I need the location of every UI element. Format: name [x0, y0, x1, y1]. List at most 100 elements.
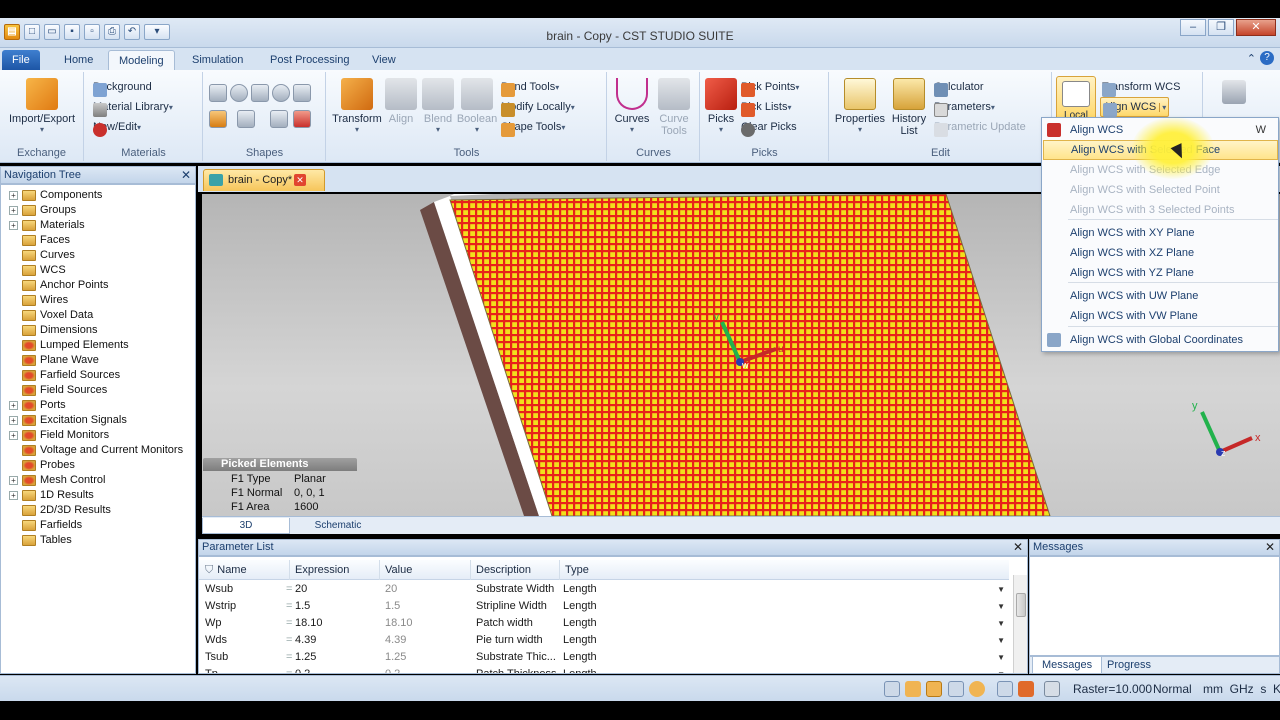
menu-item[interactable]: Align WCS with Selected Point: [1043, 180, 1278, 200]
align-button[interactable]: Align: [381, 78, 421, 125]
nav-tree-item[interactable]: Faces: [9, 233, 70, 248]
tab-simulation[interactable]: Simulation: [182, 50, 253, 70]
brick-icon[interactable]: [209, 84, 227, 102]
nav-tree-item[interactable]: Probes: [9, 458, 75, 473]
nav-tree-item[interactable]: + Groups: [9, 203, 76, 218]
reset-view-icon[interactable]: [969, 681, 985, 697]
expand-icon[interactable]: +: [9, 220, 18, 230]
nav-tree-item[interactable]: Curves: [9, 248, 75, 263]
expand-icon[interactable]: +: [9, 415, 18, 425]
cell-expression[interactable]: 0.2: [295, 666, 379, 673]
nav-tree-item[interactable]: Wires: [9, 293, 68, 308]
close-tab-icon[interactable]: ✕: [294, 174, 306, 186]
material-library-button[interactable]: Material Library▾: [93, 98, 173, 117]
modify-locally-button[interactable]: Modify Locally▾: [501, 98, 575, 117]
table-row[interactable]: Wsub 20 20 Substrate Width Length = ▼: [199, 581, 1009, 598]
pick-points-button[interactable]: Pick Points▾: [741, 78, 799, 97]
nav-tree-item[interactable]: Voltage and Current Monitors: [9, 443, 183, 458]
menu-item[interactable]: Align WCS with VW Plane: [1043, 306, 1278, 326]
cylinder-icon[interactable]: [293, 84, 311, 102]
tab-schematic[interactable]: Schematic: [294, 518, 382, 534]
align-wcs-button[interactable]: Align WCS ▾: [1100, 97, 1170, 117]
column-expression[interactable]: Expression: [291, 560, 380, 580]
transform-button[interactable]: Transform ▾: [331, 78, 383, 134]
nav-tree-item[interactable]: +1D Results: [9, 488, 94, 503]
chevron-down-icon[interactable]: ▾: [1159, 103, 1167, 112]
table-row[interactable]: Tsub 1.25 1.25 Substrate Thic... Length = ▼: [199, 649, 1009, 666]
extrude-icon[interactable]: [209, 110, 227, 128]
menu-item[interactable]: Align WCS with UW Plane: [1043, 286, 1278, 306]
curves-button[interactable]: Curves ▾: [610, 78, 654, 134]
expand-icon[interactable]: +: [9, 205, 18, 215]
background-button[interactable]: Background: [93, 78, 152, 97]
import-export-button[interactable]: Import/Export ▾: [4, 78, 80, 134]
help-icon[interactable]: ?: [1260, 51, 1274, 65]
table-row[interactable]: Wds 4.39 4.39 Pie turn width Length = ▼: [199, 632, 1009, 649]
close-icon[interactable]: ✕: [1265, 540, 1275, 555]
bend-tools-button[interactable]: Bend Tools▾: [501, 78, 559, 97]
nav-tree-item[interactable]: + Ports: [9, 398, 66, 413]
type-dropdown-icon[interactable]: ▼: [997, 581, 1005, 598]
units-status[interactable]: mm GHz s K: [1203, 682, 1280, 696]
filter-icon[interactable]: ⛉: [205, 564, 213, 576]
type-dropdown-icon[interactable]: ▼: [997, 666, 1005, 673]
patch-surface[interactable]: [450, 194, 1050, 516]
nav-tree-item[interactable]: Lumped Elements: [9, 338, 129, 353]
new-edit-material-button[interactable]: New/Edit▾: [93, 118, 141, 137]
blend-button[interactable]: Blend ▾: [419, 78, 457, 134]
close-icon[interactable]: ✕: [1236, 19, 1276, 36]
close-icon[interactable]: ✕: [181, 167, 191, 183]
expand-icon[interactable]: +: [9, 400, 18, 410]
nav-tree-item[interactable]: Anchor Points: [9, 278, 108, 293]
type-dropdown-icon[interactable]: ▼: [997, 615, 1005, 632]
nav-tree-item[interactable]: Plane Wave: [9, 353, 99, 368]
nav-tree-item[interactable]: + Materials: [9, 218, 85, 233]
cell-expression[interactable]: 18.10: [295, 615, 379, 632]
table-row[interactable]: Wstrip 1.5 1.5 Stripline Width Length = ▼: [199, 598, 1009, 615]
nav-tree-item[interactable]: Field Sources: [9, 383, 107, 398]
tab-messages[interactable]: Messages: [1032, 657, 1103, 674]
tab-post-processing[interactable]: Post Processing: [260, 50, 359, 70]
tab-view[interactable]: View: [362, 50, 406, 70]
column-description[interactable]: Description: [472, 560, 560, 580]
fit-icon[interactable]: [997, 681, 1013, 697]
transform-wcs-button[interactable]: Transform WCS: [1102, 78, 1180, 97]
cell-expression[interactable]: 20: [295, 581, 379, 598]
cell-type[interactable]: Length: [563, 581, 663, 598]
tab-home[interactable]: Home: [54, 50, 103, 70]
nav-tree-item[interactable]: + Components: [9, 188, 102, 203]
document-tab[interactable]: brain - Copy* ✕: [203, 169, 325, 191]
type-dropdown-icon[interactable]: ▼: [997, 598, 1005, 615]
zoom-fit-icon[interactable]: [948, 681, 964, 697]
column-value[interactable]: Value: [381, 560, 471, 580]
tab-3d[interactable]: 3D: [202, 518, 290, 534]
nav-tree-item[interactable]: + Excitation Signals: [9, 413, 127, 428]
menu-item[interactable]: Align WCS with Global Coordinates: [1043, 330, 1278, 350]
tab-modeling[interactable]: Modeling: [108, 50, 175, 70]
restore-icon[interactable]: ❐: [1208, 19, 1234, 36]
nav-tree-item[interactable]: Farfields: [9, 518, 82, 533]
table-row[interactable]: Tp 0.2 0.2 Patch Thickness Length = ▼: [199, 666, 1009, 673]
column-name[interactable]: ⛉ Name: [199, 560, 290, 580]
ribbon-collapse-icon[interactable]: ⌃: [1247, 52, 1256, 65]
nav-tree-item[interactable]: Voxel Data: [9, 308, 93, 323]
nav-tree-item[interactable]: 2D/3D Results: [9, 503, 111, 518]
column-type[interactable]: Type: [561, 560, 1009, 580]
properties-button[interactable]: Properties ▾: [832, 78, 888, 134]
cell-type[interactable]: Length: [563, 649, 663, 666]
expand-icon[interactable]: +: [9, 430, 18, 440]
local-wcs-button[interactable]: Local: [1056, 76, 1096, 121]
menu-item[interactable]: Align WCS with XZ Plane: [1043, 243, 1278, 263]
sphere-icon[interactable]: [230, 84, 248, 102]
snapshot-icon[interactable]: [1018, 681, 1034, 697]
expand-icon[interactable]: +: [9, 475, 18, 485]
cube-view-icon[interactable]: [1044, 681, 1060, 697]
nav-tree-item[interactable]: WCS: [9, 263, 66, 278]
clear-picks-button[interactable]: Clear Picks: [741, 118, 797, 137]
zoom-icon[interactable]: [884, 681, 900, 697]
wcs-extra-button[interactable]: [1216, 80, 1252, 107]
loft-icon[interactable]: [270, 110, 288, 128]
curve-tools-button[interactable]: Curve Tools: [652, 78, 696, 137]
nav-tree-item[interactable]: Dimensions: [9, 323, 97, 338]
parametric-update-button[interactable]: Parametric Update: [934, 118, 1026, 137]
